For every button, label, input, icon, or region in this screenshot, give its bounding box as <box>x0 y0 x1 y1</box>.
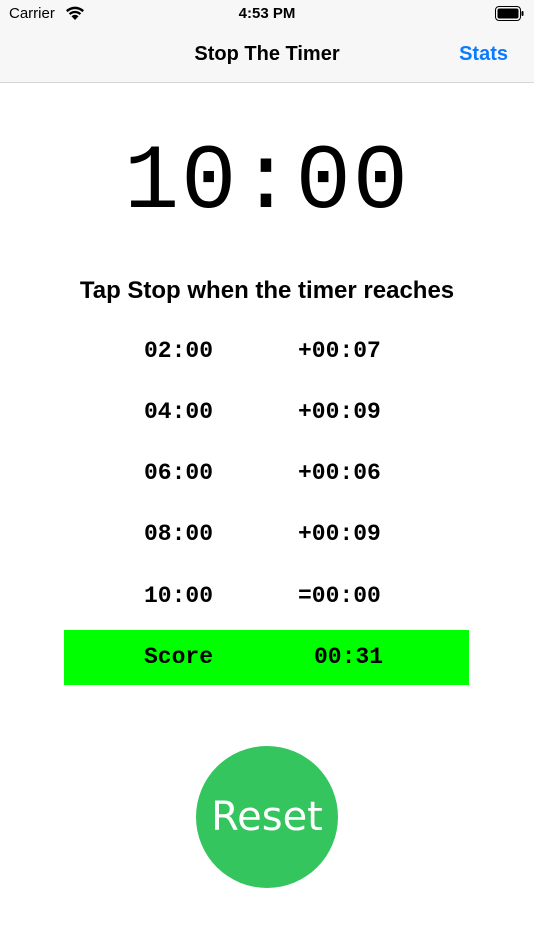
result-row: 08:00 +00:09 <box>0 505 534 561</box>
target-time: 04:00 <box>144 399 214 425</box>
target-time: 06:00 <box>144 460 214 486</box>
target-time: 10:00 <box>144 583 214 609</box>
target-time: 08:00 <box>144 521 214 547</box>
timer-display: 10:00 <box>123 130 411 235</box>
time-delta: +00:09 <box>298 399 381 425</box>
reset-button[interactable]: Reset <box>196 746 338 888</box>
time-delta: +00:09 <box>298 521 381 547</box>
status-bar: Carrier 4:53 PM <box>0 0 534 28</box>
result-row: 10:00 =00:00 <box>0 567 534 623</box>
instruction-text: Tap Stop when the timer reaches <box>79 277 455 304</box>
nav-title: Stop The Timer <box>194 43 340 65</box>
time-delta: +00:06 <box>298 460 381 486</box>
time-delta: +00:07 <box>298 338 381 364</box>
time-delta: =00:00 <box>298 583 381 609</box>
score-row: Score 00:31 <box>64 630 469 685</box>
score-label: Score <box>144 644 214 670</box>
clock-time: 4:53 PM <box>238 5 296 22</box>
score-value: 00:31 <box>314 644 384 670</box>
result-row: 04:00 +00:09 <box>0 383 534 439</box>
target-time: 02:00 <box>144 338 214 364</box>
navigation-bar: Stop The Timer Stats <box>0 28 534 83</box>
stats-button[interactable]: Stats <box>459 43 508 66</box>
battery-icon <box>495 6 524 21</box>
result-row: 06:00 +00:06 <box>0 444 534 500</box>
result-row: 02:00 +00:07 <box>0 322 534 378</box>
